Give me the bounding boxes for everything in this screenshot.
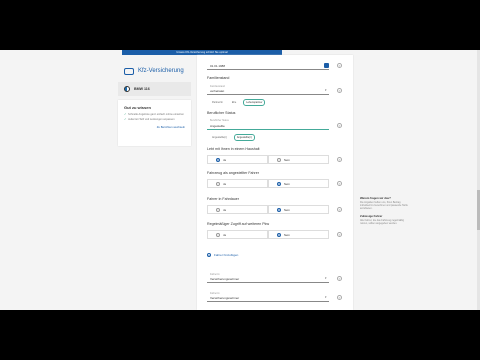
help-icon[interactable]: ? xyxy=(337,207,342,212)
info-panel: Warum fragen wir das? Die Angaben helfen… xyxy=(360,196,410,228)
q1-radio-group: Ja Nein xyxy=(207,155,329,164)
help-card: Gut zu wissen Schnelle Angebote ganz ein… xyxy=(118,100,191,146)
car-card[interactable]: BMW 116 xyxy=(118,82,191,96)
chevron-down-icon: ▾ xyxy=(325,295,327,299)
bmw-icon xyxy=(124,86,130,92)
q4-radio-group: Ja Nein xyxy=(207,230,329,239)
help-title: Gut zu wissen xyxy=(124,105,151,110)
q2-ja[interactable]: Ja xyxy=(207,179,268,188)
help-icon[interactable]: ? xyxy=(337,295,342,300)
radio-dot xyxy=(277,181,281,186)
beruf-sublabel: Beruflicher Status xyxy=(210,119,229,122)
car-logo-icon xyxy=(124,67,134,75)
q1-nein[interactable]: Nein xyxy=(268,155,329,164)
beruf-chip-active[interactable]: Angestellte(r) xyxy=(233,134,255,141)
left-panel: Kfz-Versicherung BMW 116 Gut zu wissen S… xyxy=(118,62,191,146)
q1-ja[interactable]: Ja xyxy=(207,155,268,164)
help-icon[interactable]: ? xyxy=(337,88,342,93)
radio-dot xyxy=(216,232,220,237)
radio-dot xyxy=(277,157,281,162)
q4-nein[interactable]: Nein xyxy=(268,230,329,239)
select1-field[interactable] xyxy=(207,282,329,283)
q1-label: Lebt mit Ihnen in einem Haushalt xyxy=(207,147,260,151)
help-icon[interactable]: ? xyxy=(337,123,342,128)
familienstand-label: Familienstand xyxy=(207,76,230,80)
select2-field[interactable] xyxy=(207,301,329,302)
q3-ja[interactable]: Ja xyxy=(207,205,268,214)
q4-label: Regelmäßiger Zugriff auf weiteren Pkw xyxy=(207,222,270,226)
radio-dot xyxy=(216,157,220,162)
chip-ehe[interactable]: Ehe xyxy=(230,100,238,105)
plus-icon: + xyxy=(207,253,211,257)
brand-name: Kfz-Versicherung xyxy=(138,68,184,74)
partner-chips: Partner/in Ehe Lebenspartner xyxy=(210,99,266,106)
brand-row: Kfz-Versicherung xyxy=(118,62,191,80)
radio-dot xyxy=(216,207,220,212)
beruf-value: Angestellte xyxy=(210,124,225,128)
radio-dot xyxy=(277,232,281,237)
info-heading: Warum fragen wir das? xyxy=(360,196,391,200)
screen: Unsere Kfz-Versicherung schützt Sie opti… xyxy=(0,50,480,310)
chevron-down-icon: ▾ xyxy=(325,88,327,92)
help-icon[interactable]: ? xyxy=(337,232,342,237)
info-text: Alle Fahrer, die das Fahrzeug regelmäßig… xyxy=(360,218,404,225)
beruf-label: Beruflicher Status xyxy=(207,111,236,115)
q3-radio-group: Ja Nein xyxy=(207,205,329,214)
beruf-chips: Angestellte(r) Angestellte(r) xyxy=(210,134,255,141)
familienstand-sublabel: Familienstand xyxy=(210,85,225,88)
familienstand-value: verheiratet xyxy=(210,89,225,93)
q2-label: Fahrzeug als angestellter Fahrer xyxy=(207,171,259,175)
partner-label: Partner/in xyxy=(212,101,223,104)
select1-sublabel: Fahrer/in xyxy=(210,273,220,276)
help-icon[interactable]: ? xyxy=(337,157,342,162)
familienstand-select[interactable] xyxy=(207,94,329,95)
q2-radio-group: Ja Nein xyxy=(207,179,329,188)
info-heading: Zulässige Fahrer xyxy=(360,213,383,218)
beruf-chip-label: Angestellte(r) xyxy=(212,136,227,139)
q3-nein[interactable]: Nein xyxy=(268,205,329,214)
driver-form: 01.01.1988 ? Familienstand Familienstand… xyxy=(197,55,353,310)
add-driver-link[interactable]: + Fahrer hinzufügen xyxy=(207,253,238,257)
help-icon[interactable]: ? xyxy=(337,276,342,281)
help-link[interactable]: Zu Berichten wechseln xyxy=(124,125,185,129)
birthdate-value: 01.01.1988 xyxy=(210,64,226,68)
calendar-icon[interactable] xyxy=(324,63,329,68)
car-model: BMW 116 xyxy=(134,87,150,91)
select2-value: Versicherungsnehmer xyxy=(210,296,240,300)
select2-sublabel: Fahrer/in xyxy=(210,292,220,295)
help-icon[interactable]: ? xyxy=(337,181,342,186)
help-item: Schnelle Angebote ganz einfach online ei… xyxy=(124,113,185,117)
birthdate-field[interactable] xyxy=(207,69,329,70)
info-text: Die Angaben helfen uns, Ihren Beitrag in… xyxy=(360,201,408,211)
beruf-field[interactable] xyxy=(207,129,329,130)
q3-label: Fahrer in Fahrdauer xyxy=(207,197,239,201)
chip-lebenspartner[interactable]: Lebenspartner xyxy=(243,99,266,106)
q2-nein[interactable]: Nein xyxy=(268,179,329,188)
radio-dot xyxy=(277,207,281,212)
help-icon[interactable]: ? xyxy=(337,63,342,68)
help-item: Jederzeit Tarif und Leistungen anpassen xyxy=(124,118,185,122)
select1-value: Versicherungsnehmer xyxy=(210,277,240,281)
chevron-down-icon: ▾ xyxy=(325,276,327,280)
radio-dot xyxy=(216,181,220,186)
q4-ja[interactable]: Ja xyxy=(207,230,268,239)
